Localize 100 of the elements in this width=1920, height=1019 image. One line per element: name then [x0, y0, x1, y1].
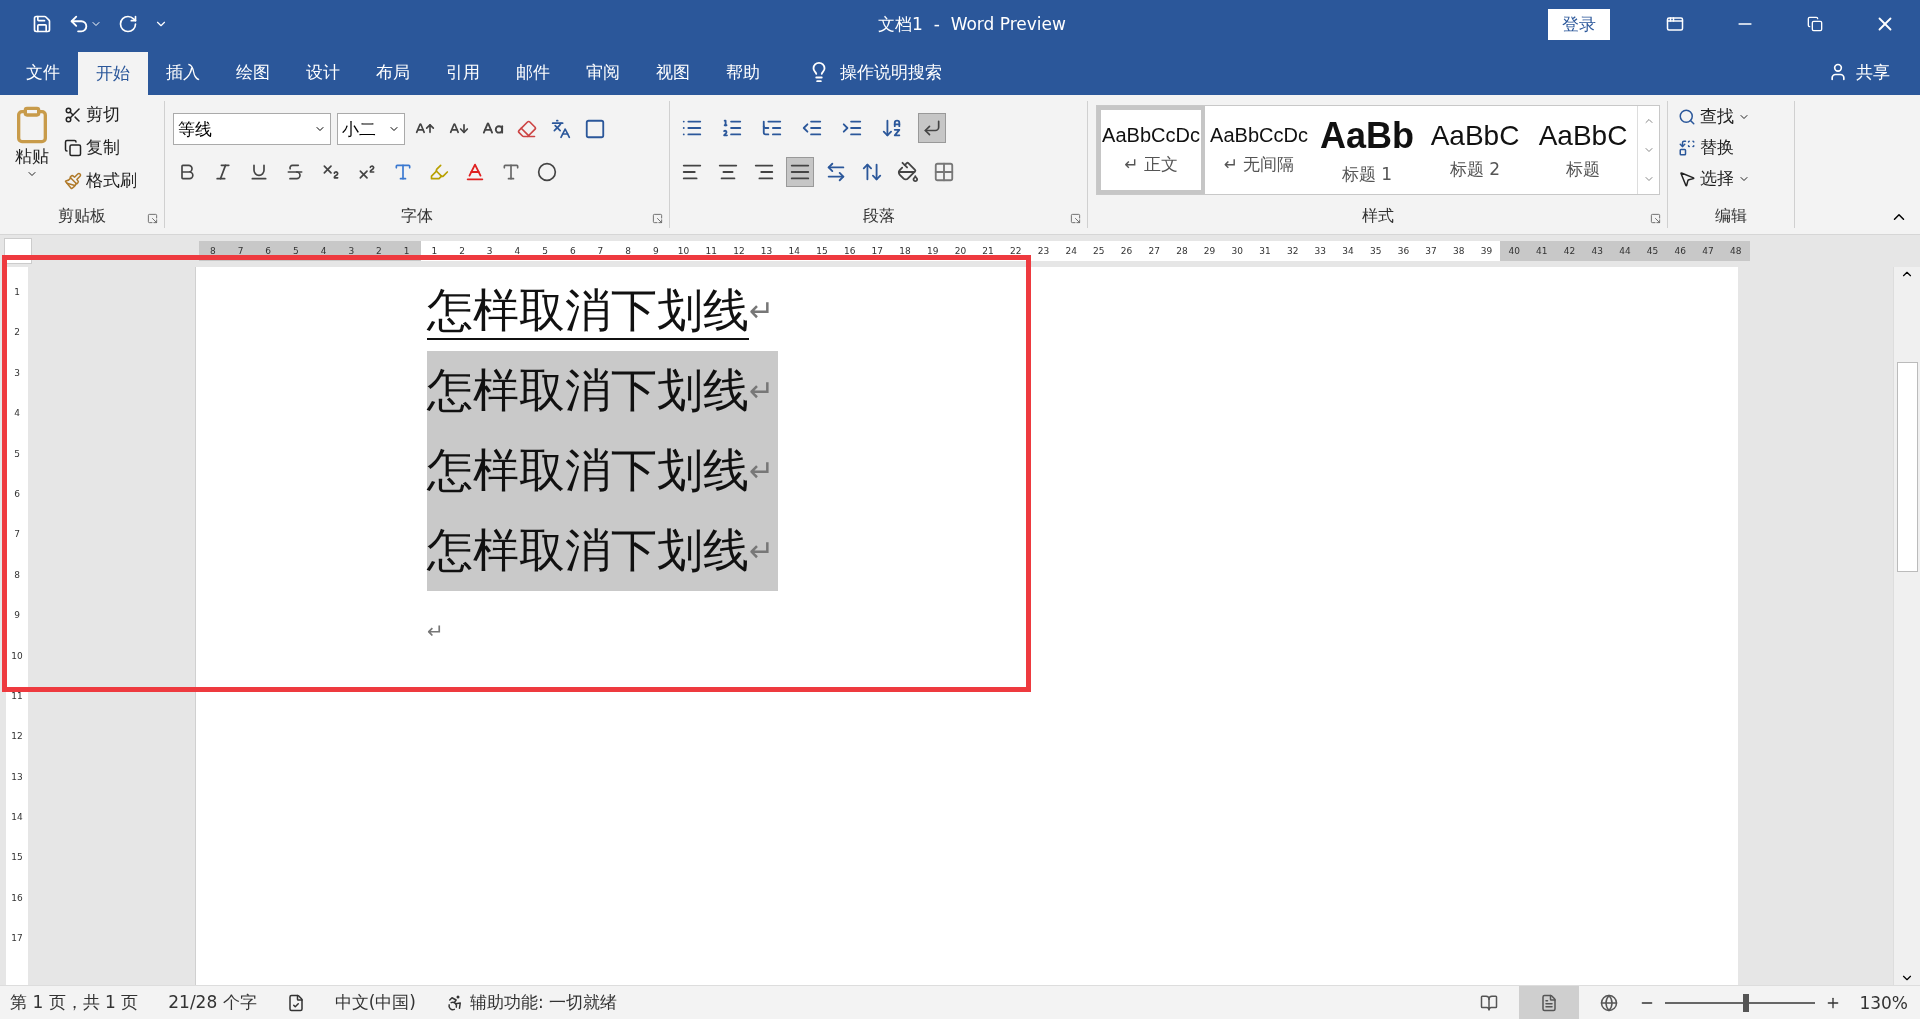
- paragraph-text: 怎样取消下划线: [427, 362, 749, 419]
- style-name: ↵ 正文: [1124, 153, 1178, 176]
- borders-icon[interactable]: [933, 161, 955, 183]
- login-button[interactable]: 登录: [1548, 8, 1610, 40]
- ruler-number: 5: [541, 245, 549, 258]
- page-icon: [1540, 993, 1559, 1012]
- word-count[interactable]: 21/28 个字: [168, 991, 257, 1014]
- ruler-number: 13: [759, 245, 774, 258]
- accessibility-status[interactable]: 辅助功能: 一切就绪: [445, 991, 618, 1014]
- dialog-launcher-icon[interactable]: [652, 213, 663, 224]
- font-size-field[interactable]: 小二: [337, 113, 405, 145]
- ribbon-display-icon[interactable]: [1666, 15, 1684, 33]
- ribbon-tab[interactable]: 邮件: [498, 52, 568, 92]
- style-item[interactable]: AaBb 标题 1: [1313, 106, 1421, 194]
- ribbon-tab[interactable]: 布局: [358, 52, 428, 92]
- proofing-icon[interactable]: [286, 993, 305, 1012]
- style-item[interactable]: AaBbCcDc ↵ 无间隔: [1205, 106, 1313, 194]
- show-marks-icon[interactable]: [922, 118, 942, 138]
- italic-icon[interactable]: [213, 162, 233, 182]
- ruler-number: 6: [568, 245, 577, 258]
- format-painter-button[interactable]: 格式刷: [62, 167, 139, 194]
- style-name: 标题 1: [1341, 162, 1393, 186]
- style-name: 标题 2: [1449, 157, 1501, 181]
- share-button[interactable]: 共享: [1828, 52, 1890, 92]
- ruler-number: 48: [1728, 245, 1743, 258]
- zoom-thumb[interactable]: [1743, 993, 1750, 1012]
- enclose-character-icon[interactable]: [537, 162, 557, 182]
- restore-icon[interactable]: [1807, 16, 1823, 32]
- scrollbar[interactable]: [1893, 267, 1920, 985]
- character-shading-icon[interactable]: [501, 162, 521, 182]
- phonetic-guide-icon[interactable]: [551, 119, 571, 139]
- ruler-number: 15: [10, 852, 24, 865]
- dialog-launcher-icon[interactable]: [1650, 213, 1661, 224]
- ribbon-tab[interactable]: 引用: [428, 52, 498, 92]
- style-item[interactable]: AaBbC 标题 2: [1421, 106, 1529, 194]
- dialog-launcher-icon[interactable]: [1070, 213, 1081, 224]
- paragraph-text: 怎样取消下划线: [427, 522, 749, 579]
- language-status[interactable]: 中文(中国): [334, 991, 416, 1014]
- copy-button[interactable]: 复制: [62, 134, 139, 161]
- character-border-icon[interactable]: [584, 118, 606, 140]
- clear-format-icon[interactable]: [517, 119, 537, 139]
- replace-icon: [1678, 138, 1696, 157]
- ruler-number: 2: [458, 245, 466, 258]
- select-button[interactable]: 选择: [1676, 165, 1752, 192]
- underline-icon[interactable]: [249, 162, 269, 182]
- search-icon: [1678, 107, 1696, 126]
- replace-button[interactable]: 替换: [1676, 134, 1752, 161]
- paragraph-mark: ↵: [749, 532, 776, 570]
- ruler-number: 3: [485, 245, 494, 258]
- sort-icon[interactable]: [881, 117, 903, 139]
- strikethrough-icon[interactable]: [285, 162, 305, 182]
- ribbon-tab[interactable]: 开始: [78, 52, 148, 95]
- numbering-icon[interactable]: [721, 117, 743, 139]
- page-count[interactable]: 第 1 页，共 1 页: [10, 991, 139, 1014]
- line-spacing-icon[interactable]: [861, 161, 883, 183]
- shading-icon[interactable]: [897, 161, 919, 183]
- ribbon-tab[interactable]: 插入: [148, 52, 218, 92]
- copy-icon: [64, 138, 82, 157]
- window-title: 文档1 - Word Preview: [877, 12, 1067, 36]
- subscript-icon[interactable]: [321, 162, 341, 182]
- ruler-number: 45: [1645, 245, 1660, 258]
- group-label: 字体: [400, 206, 434, 227]
- ruler-number: 38: [1452, 245, 1466, 258]
- print-layout-button[interactable]: [1519, 986, 1580, 1019]
- ruler-number: 11: [10, 690, 24, 703]
- ribbon-tab[interactable]: 视图: [638, 52, 708, 92]
- ruler-number: 5: [13, 448, 21, 461]
- style-item[interactable]: AaBbC 标题: [1529, 106, 1637, 194]
- ruler-number: 20: [953, 245, 968, 258]
- group-label: 剪贴板: [57, 206, 107, 227]
- style-item[interactable]: AaBbCcDc ↵ 正文: [1097, 106, 1205, 194]
- person-icon: [1828, 62, 1848, 82]
- distribute-icon[interactable]: [825, 161, 847, 183]
- ribbon-tab[interactable]: 审阅: [568, 52, 638, 92]
- ruler-number: 30: [1230, 245, 1244, 258]
- zoom-level[interactable]: 130%: [1859, 992, 1908, 1013]
- scroll-thumb[interactable]: [1897, 362, 1918, 572]
- ruler-number: 12: [732, 245, 746, 258]
- paintbrush-icon: [64, 171, 82, 190]
- dialog-launcher-icon[interactable]: [147, 213, 158, 224]
- ribbon-tab[interactable]: 设计: [288, 52, 358, 92]
- superscript-icon[interactable]: [357, 162, 377, 182]
- tell-me-search[interactable]: 操作说明搜索: [808, 52, 942, 92]
- ruler-number: 8: [624, 245, 632, 258]
- paste-button[interactable]: 粘贴: [8, 101, 56, 206]
- ribbon-tab[interactable]: 绘图: [218, 52, 288, 92]
- style-sample: AaBbCcDc: [1102, 124, 1200, 147]
- text-effects-icon[interactable]: [393, 162, 413, 182]
- ribbon-tab[interactable]: 帮助: [708, 52, 778, 92]
- font-name-field[interactable]: 等线: [173, 113, 331, 145]
- ruler-number: 14: [787, 245, 801, 258]
- find-button[interactable]: 查找: [1676, 103, 1752, 130]
- ruler-number: 37: [1424, 245, 1438, 258]
- ruler-number: 17: [870, 245, 885, 258]
- ribbon-tab[interactable]: 文件: [8, 52, 78, 92]
- ruler-number: 15: [815, 245, 829, 258]
- ruler-number: 13: [10, 771, 24, 784]
- cut-button[interactable]: 剪切: [62, 101, 139, 128]
- font-color-icon[interactable]: [464, 161, 486, 183]
- ruler-number: 2: [375, 245, 383, 258]
